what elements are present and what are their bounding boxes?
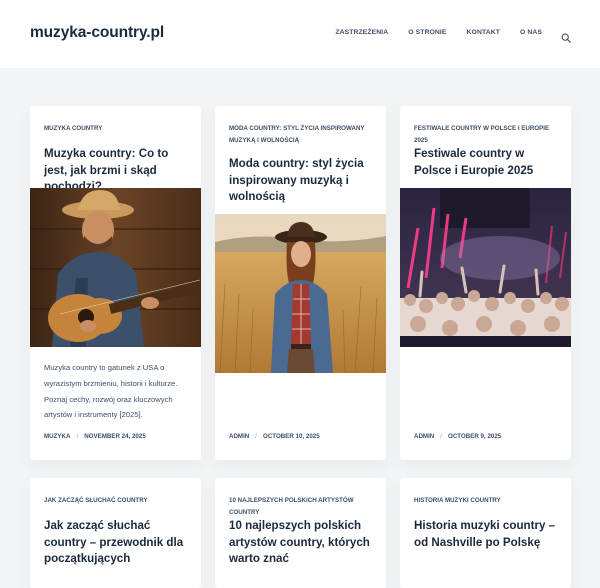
post-card: MODA COUNTRY: STYL ŻYCIA INSPIROWANY MUZ…	[215, 106, 386, 460]
site-logo[interactable]: muzyka-country.pl	[30, 24, 164, 42]
meta-separator: /	[255, 433, 258, 440]
post-card: HISTORIA MUZYKI COUNTRY Historia muzyki …	[400, 478, 571, 588]
post-meta: ADMIN / OCTOBER 9, 2025	[414, 433, 501, 440]
post-author[interactable]: MUZYKA	[44, 433, 70, 440]
post-category[interactable]: 10 NAJLEPSZYCH POLSKICH ARTYSTÓW COUNTRY	[229, 495, 376, 519]
nav-item-kontakt[interactable]: KONTAKT	[467, 29, 500, 36]
post-card: JAK ZACZĄĆ SŁUCHAĆ COUNTRY Jak zacząć sł…	[30, 478, 201, 588]
post-category[interactable]: MUZYKA COUNTRY	[44, 123, 191, 135]
post-title[interactable]: Festiwale country w Polsce i Europie 202…	[414, 146, 559, 179]
post-category[interactable]: MODA COUNTRY: STYL ŻYCIA INSPIROWANY MUZ…	[229, 123, 376, 147]
post-excerpt: Muzyka country to gatunek z USA o wyrazi…	[44, 363, 178, 420]
nav-item-zastrzezenia[interactable]: ZASTRZEŻENIA	[335, 29, 388, 36]
site-header: muzyka-country.pl ZASTRZEŻENIA O STRONIE…	[0, 0, 600, 68]
post-card: FESTIWALE COUNTRY W POLSCE I EUROPIE 202…	[400, 106, 571, 460]
search-icon[interactable]	[561, 30, 571, 43]
meta-separator: /	[440, 433, 443, 440]
post-author[interactable]: ADMIN	[414, 433, 434, 440]
post-author[interactable]: ADMIN	[229, 433, 249, 440]
post-category[interactable]: HISTORIA MUZYKI COUNTRY	[414, 495, 561, 507]
post-category[interactable]: FESTIWALE COUNTRY W POLSCE I EUROPIE 202…	[414, 123, 561, 147]
main-nav: ZASTRZEŻENIA O STRONIE KONTAKT O NAS	[315, 29, 542, 36]
post-card: MUZYKA COUNTRY Muzyka country: Co to jes…	[30, 106, 201, 460]
post-date: NOVEMBER 24, 2025	[84, 433, 146, 440]
meta-separator: /	[76, 433, 79, 440]
post-title[interactable]: Moda country: styl życia inspirowany muz…	[229, 156, 374, 206]
post-card: 10 NAJLEPSZYCH POLSKICH ARTYSTÓW COUNTRY…	[215, 478, 386, 588]
post-title[interactable]: 10 najlepszych polskich artystów country…	[229, 518, 374, 568]
nav-item-o-nas[interactable]: O NAS	[520, 29, 542, 36]
post-thumbnail-guitarist[interactable]	[30, 188, 201, 347]
post-meta: MUZYKA / NOVEMBER 24, 2025	[44, 433, 146, 440]
post-meta: ADMIN / OCTOBER 10, 2025	[229, 433, 320, 440]
post-title[interactable]: Historia muzyki country – od Nashville p…	[414, 518, 559, 551]
nav-item-o-stronie[interactable]: O STRONIE	[408, 29, 446, 36]
post-title[interactable]: Jak zacząć słuchać country – przewodnik …	[44, 518, 189, 568]
post-date: OCTOBER 9, 2025	[448, 433, 502, 440]
post-thumbnail-festival[interactable]	[400, 188, 571, 347]
post-category[interactable]: JAK ZACZĄĆ SŁUCHAĆ COUNTRY	[44, 495, 191, 507]
post-thumbnail-wheat-field[interactable]	[215, 214, 386, 373]
post-date: OCTOBER 10, 2025	[263, 433, 320, 440]
